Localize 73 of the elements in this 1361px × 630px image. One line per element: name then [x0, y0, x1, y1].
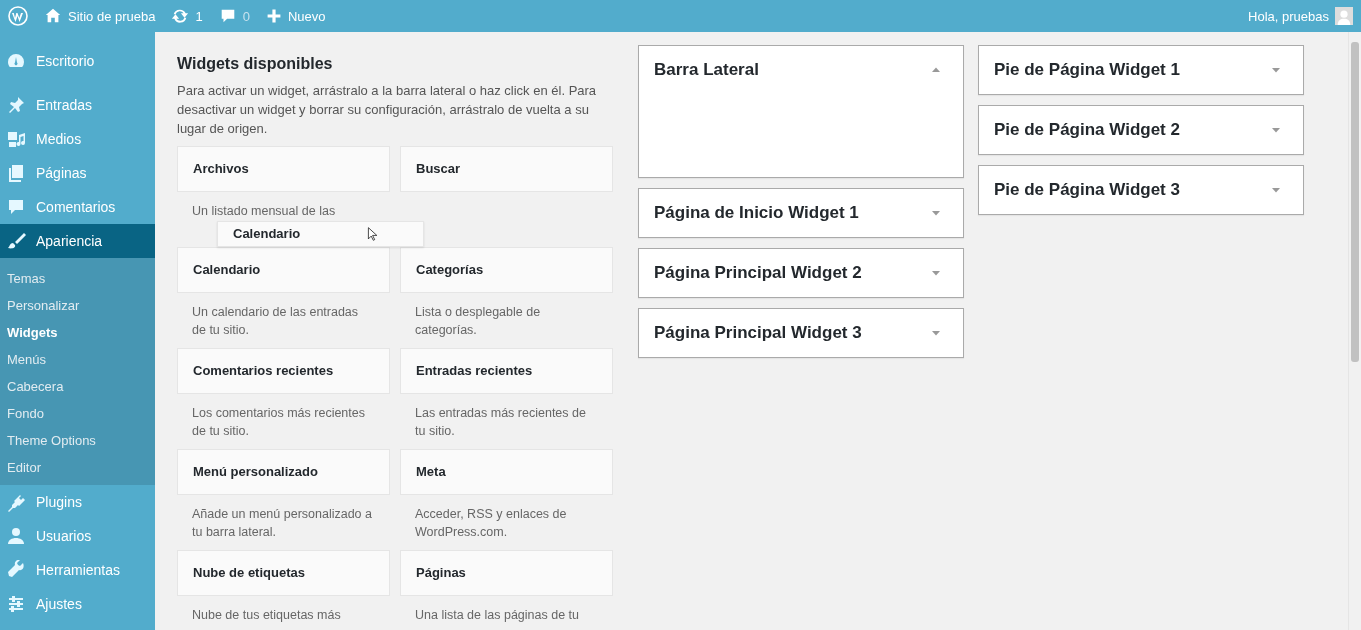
wordpress-logo-icon[interactable] [8, 6, 28, 26]
widget-title[interactable]: Nube de etiquetas [177, 550, 390, 596]
widget-title[interactable]: Categorías [400, 247, 613, 293]
avatar-icon [1335, 7, 1353, 25]
sidebar-title[interactable]: Pie de Página Widget 3 [994, 180, 1180, 200]
widget-description: Un calendario de las entradas de tu sitio. [192, 305, 359, 337]
refresh-icon [171, 7, 190, 25]
comments-link[interactable]: 0 [218, 7, 250, 25]
menu-item[interactable]: Plugins [0, 485, 155, 519]
caret-up-icon[interactable] [931, 65, 941, 75]
widget-description: Los comentarios más recientes de tu sitio. [192, 406, 365, 438]
speech-bubble-icon [6, 197, 26, 217]
menu-item[interactable]: Usuarios [0, 519, 155, 553]
pages-icon [6, 163, 26, 183]
submenu-item[interactable]: Widgets [0, 319, 155, 346]
caret-down-icon[interactable] [1271, 125, 1281, 135]
user-icon [6, 526, 26, 546]
widget-description: Añade un menú personalizado a tu barra lateral. [192, 507, 372, 539]
new-link[interactable]: Nuevo [265, 8, 326, 24]
plus-icon [265, 8, 282, 24]
caret-down-icon[interactable] [931, 328, 941, 338]
widget-description: Acceder, RSS y enlaces de WordPress.com. [415, 507, 567, 539]
plug-icon [6, 492, 26, 512]
submenu-item[interactable]: Menús [0, 346, 155, 373]
submenu-item[interactable]: Temas [0, 265, 155, 292]
menu-item[interactable]: Apariencia [0, 224, 155, 258]
dragged-widget[interactable]: Calendario [217, 221, 424, 247]
site-link[interactable]: Sitio de prueba [44, 7, 156, 25]
sidebar-title[interactable]: Pie de Página Widget 1 [994, 60, 1180, 80]
submenu-item[interactable]: Editor [0, 454, 155, 481]
updates-link[interactable]: 1 [171, 7, 203, 25]
widget-description: Una lista de las páginas de tu [415, 608, 579, 622]
widget-title[interactable]: Comentarios recientes [177, 348, 390, 394]
sidebar-title[interactable]: Barra Lateral [654, 60, 759, 80]
menu-item[interactable]: Herramientas [0, 553, 155, 587]
menu-item[interactable]: Escritorio [0, 44, 155, 78]
widget-description: Nube de tus etiquetas más [192, 608, 341, 622]
submenu-item[interactable]: Personalizar [0, 292, 155, 319]
widget-description: Un listado mensual de las [192, 204, 336, 218]
panel-title: Widgets disponibles [177, 55, 334, 73]
sidebar-title[interactable]: Página de Inicio Widget 1 [654, 203, 859, 223]
sidebar-title[interactable]: Página Principal Widget 3 [654, 323, 862, 343]
submenu-item[interactable]: Fondo [0, 400, 155, 427]
widget-title[interactable]: Entradas recientes [400, 348, 613, 394]
menu-item[interactable]: Páginas [0, 156, 155, 190]
house-icon [44, 7, 62, 25]
menu-item[interactable]: Medios [0, 122, 155, 156]
camera-music-icon [6, 129, 26, 149]
menu-item[interactable]: Ajustes [0, 587, 155, 621]
sidebar-title[interactable]: Pie de Página Widget 2 [994, 120, 1180, 140]
submenu-item[interactable]: Theme Options [0, 427, 155, 454]
caret-down-icon[interactable] [1271, 65, 1281, 75]
widget-title[interactable]: Meta [400, 449, 613, 495]
caret-down-icon[interactable] [1271, 185, 1281, 195]
paintbrush-icon [6, 231, 26, 251]
widget-description: Las entradas más recientes de tu sitio. [415, 406, 586, 438]
widget-description: Lista o desplegable de categorías. [415, 305, 541, 337]
caret-down-icon[interactable] [931, 208, 941, 218]
wrench-icon [6, 560, 26, 580]
sliders-icon [6, 594, 26, 614]
caret-down-icon[interactable] [931, 268, 941, 278]
widget-title[interactable]: Archivos [177, 146, 390, 192]
widget-title[interactable]: Menú personalizado [177, 449, 390, 495]
widget-title[interactable]: Páginas [400, 550, 613, 596]
sidebar-title[interactable]: Página Principal Widget 2 [654, 263, 862, 283]
submenu-item[interactable]: Cabecera [0, 373, 155, 400]
panel-description: Para activar un widget, arrástralo a la barra lateral o haz click en él. Para desactivar un widget y borrar su configuración, arrástralo de vuelta a su lugar de origen. [177, 82, 598, 138]
account-link[interactable]: Hola, pruebas [1248, 7, 1353, 25]
widget-title[interactable]: Buscar [400, 146, 613, 192]
menu-item[interactable]: Entradas [0, 88, 155, 122]
menu-item[interactable]: Comentarios [0, 190, 155, 224]
widget-title[interactable]: Calendario [177, 247, 390, 293]
scrollbar[interactable] [1348, 32, 1361, 630]
